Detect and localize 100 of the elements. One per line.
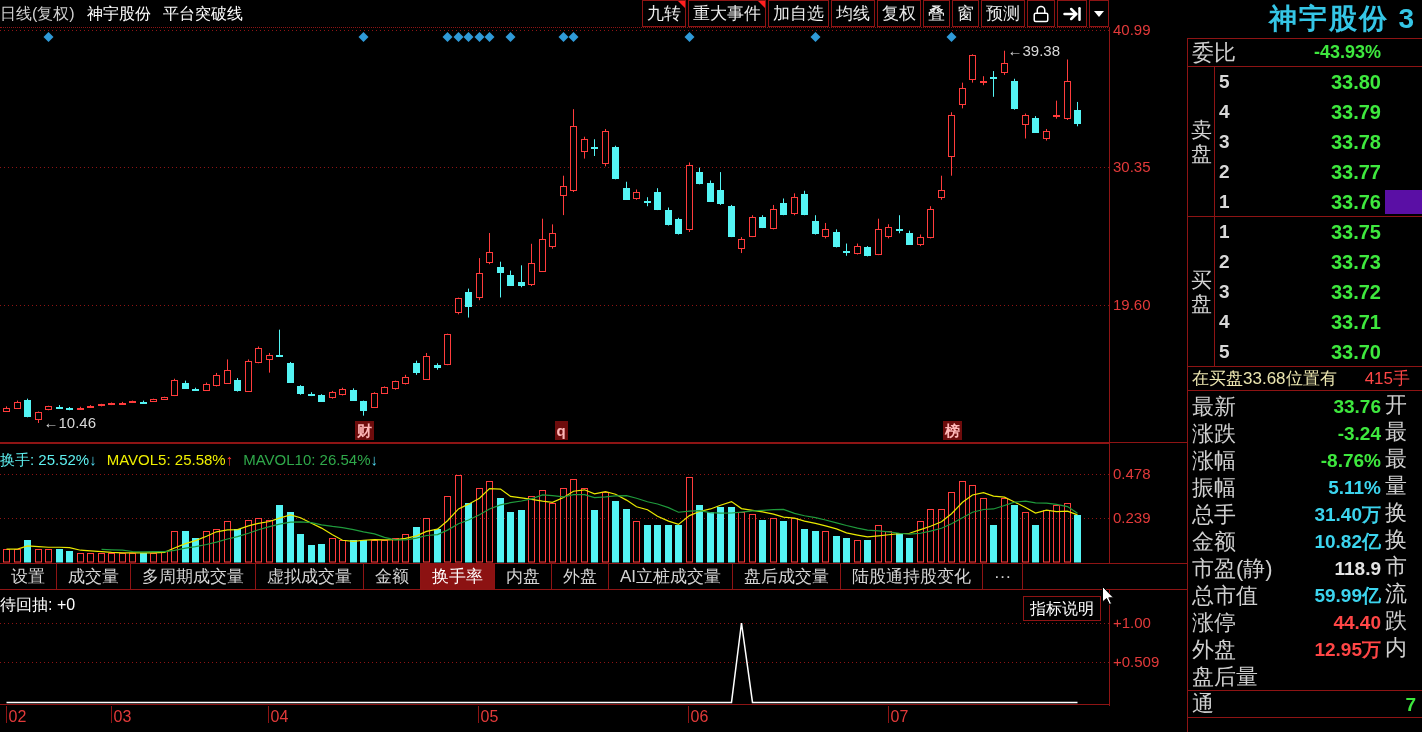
- bar: [182, 531, 189, 563]
- bar: [1011, 505, 1018, 563]
- level-number: 5: [1218, 69, 1231, 94]
- stat-value: 10.82亿: [1314, 532, 1381, 551]
- bar: [234, 529, 241, 563]
- level-number: 1: [1218, 219, 1231, 244]
- legend-text: MAVOL10: 26.54%: [243, 451, 371, 469]
- stat-value: 31.40万: [1314, 505, 1381, 524]
- candlestick: [486, 232, 493, 265]
- bar: [959, 481, 966, 563]
- bar: [812, 531, 819, 563]
- toolbar-button[interactable]: 复权: [877, 0, 921, 27]
- stat-label: 市盈(静): [1191, 557, 1273, 580]
- bar: [749, 514, 756, 563]
- event-tag: 财: [354, 421, 374, 440]
- toolbar-button[interactable]: 九转: [642, 0, 686, 27]
- order-price: 33.79: [1330, 100, 1381, 125]
- bar: [203, 531, 210, 563]
- bar: [843, 538, 850, 563]
- axis-label: +1.00: [1113, 614, 1151, 632]
- bar: [917, 521, 924, 563]
- indicator-value-label: 待回抽: +0: [0, 595, 76, 615]
- stat-value: -3.24: [1337, 424, 1381, 443]
- bar: [87, 553, 94, 563]
- axis-label: +0.509: [1113, 653, 1160, 671]
- bar: [150, 553, 157, 563]
- side-label: 买盘: [1190, 268, 1212, 315]
- arrow-button[interactable]: [1057, 0, 1087, 27]
- low-price-label: ←10.46: [43, 414, 97, 432]
- bar: [350, 540, 357, 563]
- toolbar-button[interactable]: 叠: [923, 0, 950, 27]
- high-price-label: ←39.38: [1007, 41, 1061, 60]
- mouse-pointer-icon: [1102, 586, 1114, 605]
- stat-value: 59.99亿: [1314, 586, 1381, 605]
- bar: [623, 509, 630, 563]
- candlestick: [287, 361, 294, 384]
- order-price: 33.71: [1330, 310, 1381, 335]
- bar: [255, 518, 262, 563]
- bar: [822, 531, 829, 563]
- bar: [770, 518, 777, 563]
- candlestick: [276, 329, 283, 358]
- bar: [644, 525, 651, 563]
- stat-label: 外盘: [1191, 638, 1236, 661]
- stat-label: 换: [1385, 500, 1407, 525]
- order-price: 33.80: [1330, 70, 1381, 95]
- bar: [665, 525, 672, 563]
- bar: [791, 518, 798, 563]
- candlestick: [969, 53, 976, 84]
- level-number: 1: [1218, 189, 1231, 214]
- candlestick: [266, 352, 273, 374]
- bar: [717, 507, 724, 563]
- bar: [581, 488, 588, 563]
- stat-value: 12.95万: [1314, 640, 1381, 659]
- bar: [318, 544, 325, 563]
- axis-label: 19.60: [1113, 296, 1151, 315]
- indicator-help-button[interactable]: 指标说明: [1023, 596, 1101, 621]
- legend-text: MAVOL5: 25.58%: [106, 451, 226, 469]
- toolbar-button[interactable]: 加自选: [768, 0, 829, 27]
- bar: [507, 512, 514, 563]
- candlestick: [549, 223, 556, 250]
- bar: [969, 485, 976, 563]
- bar: [1053, 505, 1060, 563]
- bar: [3, 549, 10, 563]
- stat-label: 内: [1385, 635, 1407, 660]
- stat-label: 盘后量: [1191, 665, 1258, 688]
- lock-button[interactable]: [1027, 0, 1055, 27]
- stat-label: 总市值: [1191, 584, 1258, 607]
- candlestick: [528, 243, 535, 287]
- bar: [833, 536, 840, 563]
- indicator-tab[interactable]: 换手率: [421, 564, 495, 589]
- stat-label: 通: [1191, 693, 1214, 715]
- candlestick: [1022, 113, 1029, 140]
- bar: [276, 505, 283, 563]
- toolbar-button[interactable]: 均线: [831, 0, 875, 27]
- toolbar-button[interactable]: 窗: [952, 0, 979, 27]
- bar: [486, 481, 493, 563]
- candlestick: [896, 214, 903, 234]
- bar: [444, 496, 451, 563]
- stat-label: 量: [1385, 473, 1407, 498]
- toolbar-button[interactable]: 重大事件: [688, 0, 766, 27]
- candlestick: [791, 192, 798, 216]
- bar: [35, 549, 42, 563]
- bar: [129, 553, 136, 563]
- stat-label: 总手: [1191, 503, 1236, 526]
- stat-label: 涨跌: [1191, 422, 1236, 445]
- bar: [780, 521, 787, 563]
- stat-label: 市: [1385, 554, 1407, 579]
- bar: [654, 525, 661, 563]
- toolbar-button[interactable]: 预测: [981, 0, 1025, 27]
- candlestick: [717, 171, 724, 206]
- dropdown-button[interactable]: [1089, 0, 1109, 27]
- trend-arrow: ↑: [225, 451, 234, 469]
- stat-label: 最新: [1191, 395, 1236, 418]
- level-number: 2: [1218, 159, 1231, 184]
- order-price: 33.75: [1330, 220, 1381, 245]
- bar: [1001, 498, 1008, 563]
- candlestick: [990, 70, 997, 98]
- candlestick: [423, 352, 430, 380]
- stat-label: 开: [1385, 392, 1407, 417]
- candlestick: [581, 136, 588, 160]
